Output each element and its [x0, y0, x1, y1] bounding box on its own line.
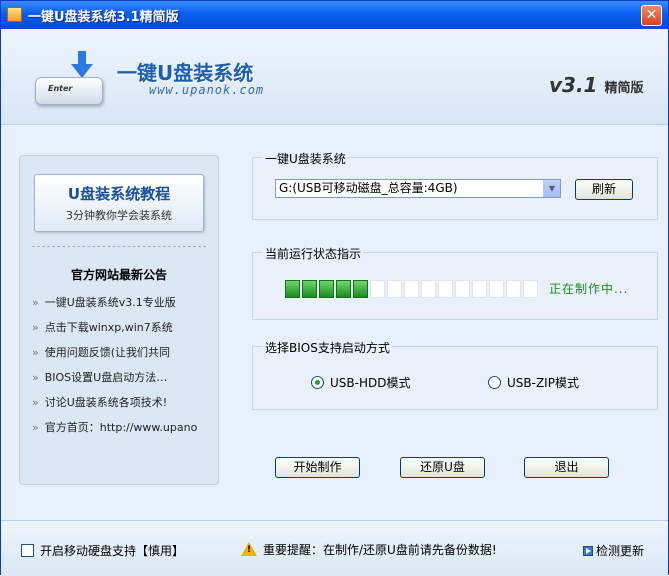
tutorial-title: U盘装系统教程	[67, 185, 171, 203]
bios-group: 选择BIOS支持启动方式 USB-HDD模式 USB-ZIP模式	[252, 339, 658, 410]
tutorial-button[interactable]: U盘装系统教程 3分钟教你学会装系统	[34, 174, 204, 232]
mobile-hdd-label: 开启移动硬盘支持【慎用】	[40, 544, 185, 558]
bios-group-label: 选择BIOS支持启动方式	[263, 339, 392, 356]
bullet-icon: »	[32, 421, 39, 434]
news-item-text: 官方首页：http://www.upano	[44, 421, 198, 434]
news-item-text: 使用问题反馈(让我们共同	[44, 346, 171, 359]
refresh-button[interactable]: 刷新	[575, 179, 633, 200]
news-list: » 一键U盘装系统v3.1专业版 » 点击下载winxp,win7系统 » 使用问题反…	[32, 294, 212, 444]
news-item[interactable]: » 点击下载winxp,win7系统	[32, 319, 212, 344]
version-number: v3.1	[549, 73, 598, 97]
progress-cell-empty	[421, 280, 436, 298]
usb-hdd-label: USB-HDD模式	[330, 376, 411, 390]
progress-cell-empty	[489, 280, 504, 298]
status-group: 当前运行状态指示 正在制作中...	[252, 245, 658, 320]
progress-cell-filled	[319, 280, 334, 298]
progress-cell-empty	[438, 280, 453, 298]
bullet-icon: »	[32, 396, 39, 409]
news-item[interactable]: » 讨论U盘装系统各项技术!	[32, 394, 212, 419]
announcement-sidebar: U盘装系统教程 3分钟教你学会装系统 官方网站最新公告 » 一键U盘装系统v3.1…	[19, 155, 219, 485]
enter-key-label: Enter	[48, 84, 73, 93]
warning-notice: ! 重要提醒：在制作/还原U盘前请先备份数据!	[241, 541, 497, 558]
warning-icon: !	[241, 542, 257, 556]
version-badge: v3.1 精简版	[549, 73, 643, 97]
news-heading: 官方网站最新公告	[70, 268, 167, 282]
progress-cell-empty	[370, 280, 385, 298]
update-icon	[583, 546, 593, 556]
news-item-text: 点击下载winxp,win7系统	[44, 321, 173, 334]
bullet-icon: »	[32, 321, 39, 334]
news-item[interactable]: » 使用问题反馈(让我们共同	[32, 344, 212, 369]
checkbox-icon	[21, 544, 34, 557]
progress-cell-filled	[285, 280, 300, 298]
mobile-hdd-checkbox[interactable]: 开启移动硬盘支持【慎用】	[21, 542, 184, 559]
progress-cell-filled	[336, 280, 351, 298]
status-text: 正在制作中...	[549, 282, 629, 296]
start-button[interactable]: 开始制作	[275, 457, 360, 478]
check-update-link[interactable]: 检测更新	[583, 542, 644, 559]
exit-button[interactable]: 退出	[524, 457, 609, 478]
brand-url: www.upanok.com	[149, 83, 265, 97]
usb-zip-radio[interactable]: USB-ZIP模式	[488, 374, 579, 391]
header-banner: Enter 一键U盘装系统 www.upanok.com v3.1 精简版	[1, 29, 668, 125]
window-title: 一键U盘装系统3.1精简版	[28, 10, 179, 25]
drive-select-value: G:(USB可移动磁盘_总容量:4GB)	[279, 181, 458, 195]
radio-selected-icon	[311, 376, 324, 389]
enter-key-icon: Enter	[35, 77, 103, 105]
check-update-label: 检测更新	[596, 544, 645, 558]
progress-cell-filled	[302, 280, 317, 298]
close-button[interactable]: ✕	[641, 5, 662, 26]
app-icon	[7, 7, 22, 22]
title-bar[interactable]: 一键U盘装系统3.1精简版 ✕	[1, 1, 668, 29]
bullet-icon: »	[32, 371, 39, 384]
progress-cell-empty	[455, 280, 470, 298]
progress-cell-filled	[353, 280, 368, 298]
restore-button[interactable]: 还原U盘	[400, 457, 485, 478]
tutorial-subtitle: 3分钟教你学会装系统	[66, 209, 172, 222]
progress-cell-empty	[404, 280, 419, 298]
bullet-icon: »	[32, 296, 39, 309]
news-item-text: 一键U盘装系统v3.1专业版	[44, 296, 176, 309]
chevron-down-icon[interactable]: ▼	[543, 180, 560, 197]
radio-unselected-icon	[488, 376, 501, 389]
progress-cell-empty	[472, 280, 487, 298]
progress-cell-empty	[523, 280, 538, 298]
drive-select[interactable]: G:(USB可移动磁盘_总容量:4GB) ▼	[275, 179, 561, 198]
download-arrow-icon	[71, 51, 93, 78]
footer-bar: 开启移动硬盘支持【慎用】 ! 重要提醒：在制作/还原U盘前请先备份数据! 检测更新	[1, 520, 668, 576]
brand-title: 一键U盘装系统	[117, 61, 254, 85]
news-item-text: BIOS设置U盘启动方法…	[44, 371, 168, 384]
news-item-text: 讨论U盘装系统各项技术!	[44, 396, 168, 409]
warning-text: 重要提醒：在制作/还原U盘前请先备份数据!	[263, 543, 497, 557]
drive-group: 一键U盘装系统 G:(USB可移动磁盘_总容量:4GB) ▼ 刷新	[252, 150, 658, 220]
progress-cell-empty	[387, 280, 402, 298]
news-item[interactable]: » BIOS设置U盘启动方法…	[32, 369, 212, 394]
app-window: 一键U盘装系统3.1精简版 ✕ Enter 一键U盘装系统 www.upanok…	[0, 0, 669, 576]
usb-zip-label: USB-ZIP模式	[507, 376, 579, 390]
edition-label: 精简版	[604, 81, 644, 96]
status-group-label: 当前运行状态指示	[263, 245, 364, 262]
drive-group-label: 一键U盘装系统	[263, 150, 348, 167]
news-item[interactable]: » 一键U盘装系统v3.1专业版	[32, 294, 212, 319]
news-item[interactable]: » 官方首页：http://www.upano	[32, 419, 212, 444]
bullet-icon: »	[32, 346, 39, 359]
sidebar-divider	[32, 246, 206, 247]
usb-hdd-radio[interactable]: USB-HDD模式	[311, 374, 410, 391]
progress-cell-empty	[506, 280, 521, 298]
